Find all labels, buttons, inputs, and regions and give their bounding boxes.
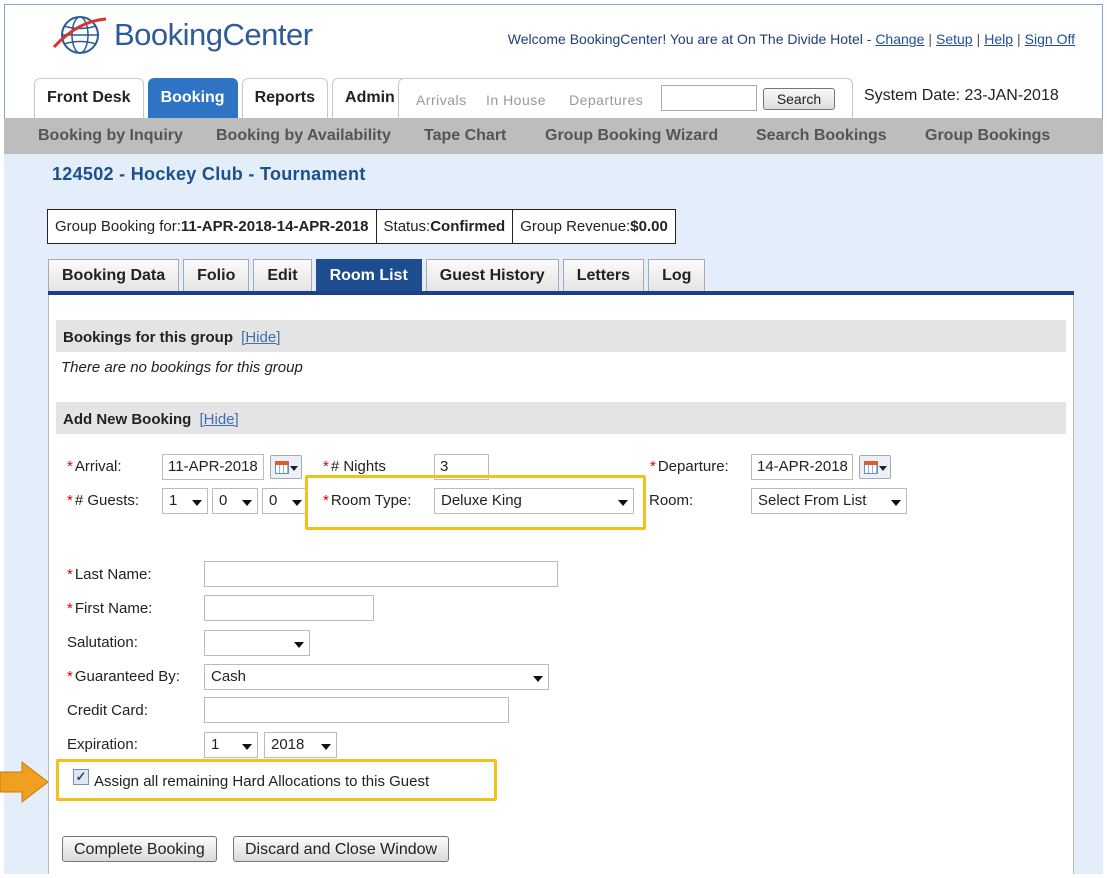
guests-adults-select[interactable]: 1: [162, 488, 208, 514]
main-tabs: Front Desk Booking Reports Admin: [34, 78, 412, 118]
room-type-highlight: [305, 475, 646, 530]
complete-booking-button[interactable]: Complete Booking: [62, 836, 217, 862]
discard-close-button[interactable]: Discard and Close Window: [233, 836, 450, 862]
salutation-select[interactable]: [204, 630, 310, 656]
salutation-label: Salutation:: [67, 634, 138, 651]
subnav-tape-chart[interactable]: Tape Chart: [424, 127, 506, 145]
system-date: System Date: 23-JAN-2018: [864, 87, 1059, 104]
arrival-calendar-icon[interactable]: [270, 455, 302, 479]
page-title: 124502 - Hockey Club - Tournament: [52, 164, 366, 184]
group-summary: Group Booking for:11-APR-2018-14-APR-201…: [47, 209, 676, 244]
brand-name: BookingCenter: [114, 17, 313, 52]
last-name-label: * Last Name:: [67, 566, 152, 583]
tab-reports[interactable]: Reports: [241, 78, 329, 118]
tab-edit[interactable]: Edit: [253, 259, 312, 291]
in-house-link[interactable]: In House: [486, 92, 546, 108]
tab-log[interactable]: Log: [648, 259, 706, 291]
change-link[interactable]: Change: [875, 31, 924, 47]
subnav-group-bookings[interactable]: Group Bookings: [925, 127, 1050, 145]
assign-allocations-checkbox[interactable]: ✓: [73, 769, 89, 785]
guests-infants-select[interactable]: 0: [262, 488, 308, 514]
sign-off-link[interactable]: Sign Off: [1025, 31, 1075, 47]
assign-allocations-label: Assign all remaining Hard Allocations to…: [94, 773, 430, 790]
room-select[interactable]: Select From List: [751, 488, 907, 514]
bookingcenter-logo: BookingCenter: [50, 10, 313, 60]
tab-guest-history[interactable]: Guest History: [425, 259, 559, 291]
arrival-label: * Arrival:: [67, 458, 122, 475]
guests-label: * # Guests:: [67, 492, 140, 509]
quick-search-bar: Arrivals In House Departures Search: [398, 78, 853, 118]
tab-folio[interactable]: Folio: [183, 259, 250, 291]
nights-label: * # Nights: [323, 458, 386, 475]
tab-room-list[interactable]: Room List: [315, 259, 422, 291]
no-bookings-message: There are no bookings for this group: [61, 359, 303, 376]
pointer-arrow-icon: [0, 760, 49, 804]
departure-calendar-icon[interactable]: [859, 455, 891, 479]
summary-status: Status:Confirmed: [377, 210, 514, 243]
quick-search-input[interactable]: [661, 85, 757, 111]
tab-front-desk[interactable]: Front Desk: [34, 78, 144, 118]
guaranteed-by-label: * Guaranteed By:: [67, 668, 180, 685]
welcome-bar: Welcome BookingCenter! You are at On The…: [507, 31, 1075, 47]
subnav-booking-by-availability[interactable]: Booking by Availability: [216, 127, 391, 145]
room-label: Room:: [649, 492, 694, 509]
credit-card-field[interactable]: [204, 697, 509, 723]
tab-booking[interactable]: Booking: [147, 78, 238, 118]
credit-card-label: Credit Card:: [67, 702, 148, 719]
last-name-field[interactable]: [204, 561, 558, 587]
add-booking-section-header: Add New Booking [Hide]: [56, 402, 1066, 434]
guaranteed-by-select[interactable]: Cash: [204, 664, 549, 690]
tab-booking-data[interactable]: Booking Data: [48, 259, 180, 291]
departures-link[interactable]: Departures: [569, 92, 643, 108]
first-name-label: * First Name:: [67, 600, 153, 617]
summary-dates: Group Booking for:11-APR-2018-14-APR-201…: [48, 210, 377, 243]
arrival-field[interactable]: 11-APR-2018: [162, 454, 264, 480]
departure-label: * Departure:: [650, 458, 729, 475]
subnav-search-bookings[interactable]: Search Bookings: [756, 127, 887, 145]
search-button[interactable]: Search: [763, 88, 835, 110]
globe-icon: [52, 16, 107, 54]
departure-field[interactable]: 14-APR-2018: [751, 454, 853, 480]
hide-bookings-link[interactable]: [Hide]: [241, 329, 280, 346]
bookings-section-header: Bookings for this group [Hide]: [56, 320, 1066, 352]
hide-add-booking-link[interactable]: [Hide]: [200, 411, 239, 428]
arrivals-link[interactable]: Arrivals: [416, 92, 467, 108]
guests-children-select[interactable]: 0: [212, 488, 258, 514]
detail-tabs: Booking Data Folio Edit Room List Guest …: [48, 259, 709, 291]
expiration-month-select[interactable]: 1: [204, 732, 258, 758]
tab-admin[interactable]: Admin: [332, 78, 408, 118]
expiration-label: Expiration:: [67, 736, 138, 753]
tab-letters[interactable]: Letters: [562, 259, 645, 291]
summary-revenue: Group Revenue:$0.00: [520, 218, 668, 235]
subnav-group-booking-wizard[interactable]: Group Booking Wizard: [545, 127, 718, 145]
first-name-field[interactable]: [204, 595, 374, 621]
subnav-booking-by-inquiry[interactable]: Booking by Inquiry: [38, 127, 183, 145]
sub-navigation: Booking by Inquiry Booking by Availabili…: [4, 118, 1103, 154]
expiration-year-select[interactable]: 2018: [264, 732, 337, 758]
welcome-text: Welcome BookingCenter! You are at On The…: [507, 31, 872, 47]
setup-link[interactable]: Setup: [936, 31, 973, 47]
help-link[interactable]: Help: [984, 31, 1013, 47]
